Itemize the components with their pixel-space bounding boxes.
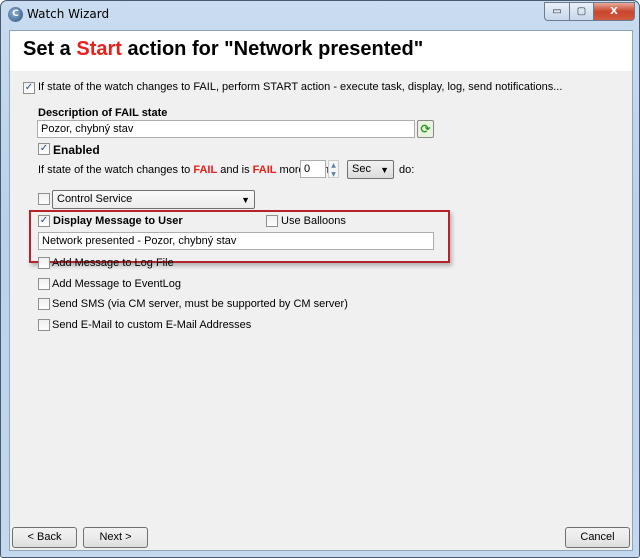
window-title: Watch Wizard: [27, 7, 110, 21]
cancel-button[interactable]: Cancel: [565, 527, 630, 548]
control-service-select[interactable]: Control Service ▼: [52, 190, 255, 209]
condition-text: If state of the watch changes to FAIL an…: [38, 164, 329, 176]
use-balloons-checkbox[interactable]: [266, 215, 278, 227]
description-label: Description of FAIL state: [38, 107, 168, 119]
display-message-checkbox[interactable]: ✓: [38, 215, 50, 227]
display-message-input[interactable]: Network presented - Pozor, chybný stav: [38, 232, 434, 250]
display-message-label: Display Message to User: [53, 215, 183, 227]
perform-start-checkbox[interactable]: ✓: [23, 82, 35, 94]
description-input[interactable]: Pozor, chybný stav: [37, 120, 415, 138]
enabled-label: Enabled: [53, 143, 100, 157]
unit-select[interactable]: Sec ▼: [347, 160, 394, 179]
next-button[interactable]: Next >: [83, 527, 148, 548]
perform-start-label: If state of the watch changes to FAIL, p…: [38, 81, 563, 93]
sms-label: Send SMS (via CM server, must be support…: [52, 298, 348, 310]
minimize-button[interactable]: ▭: [544, 2, 570, 21]
app-icon: C: [8, 7, 23, 22]
email-label: Send E-Mail to custom E-Mail Addresses: [52, 319, 252, 331]
log-file-label: Add Message to Log File: [52, 257, 174, 269]
maximize-button[interactable]: ▢: [569, 2, 594, 21]
email-checkbox[interactable]: [38, 319, 50, 331]
do-label: do:: [399, 164, 415, 176]
log-file-checkbox[interactable]: [38, 257, 50, 269]
window: C Watch Wizard ▭ ▢ X Set a Start action …: [0, 0, 640, 558]
sms-checkbox[interactable]: [38, 298, 50, 310]
control-service-checkbox[interactable]: [38, 193, 50, 205]
refresh-icon[interactable]: ⟳: [417, 120, 434, 138]
enabled-checkbox[interactable]: ✓: [38, 143, 50, 155]
page-title: Set a Start action for "Network presente…: [23, 38, 424, 60]
chevron-down-icon: ▼: [241, 195, 250, 205]
close-button[interactable]: X: [593, 2, 635, 21]
use-balloons-label: Use Balloons: [281, 215, 346, 227]
back-button[interactable]: < Back: [12, 527, 77, 548]
eventlog-checkbox[interactable]: [38, 278, 50, 290]
wizard-header: Set a Start action for "Network presente…: [10, 31, 632, 71]
duration-input[interactable]: 0: [300, 160, 326, 178]
duration-spinner[interactable]: ▲ ▼: [328, 160, 339, 178]
wizard-client: Set a Start action for "Network presente…: [9, 30, 633, 551]
eventlog-label: Add Message to EventLog: [52, 278, 182, 290]
chevron-down-icon: ▼: [380, 165, 389, 175]
